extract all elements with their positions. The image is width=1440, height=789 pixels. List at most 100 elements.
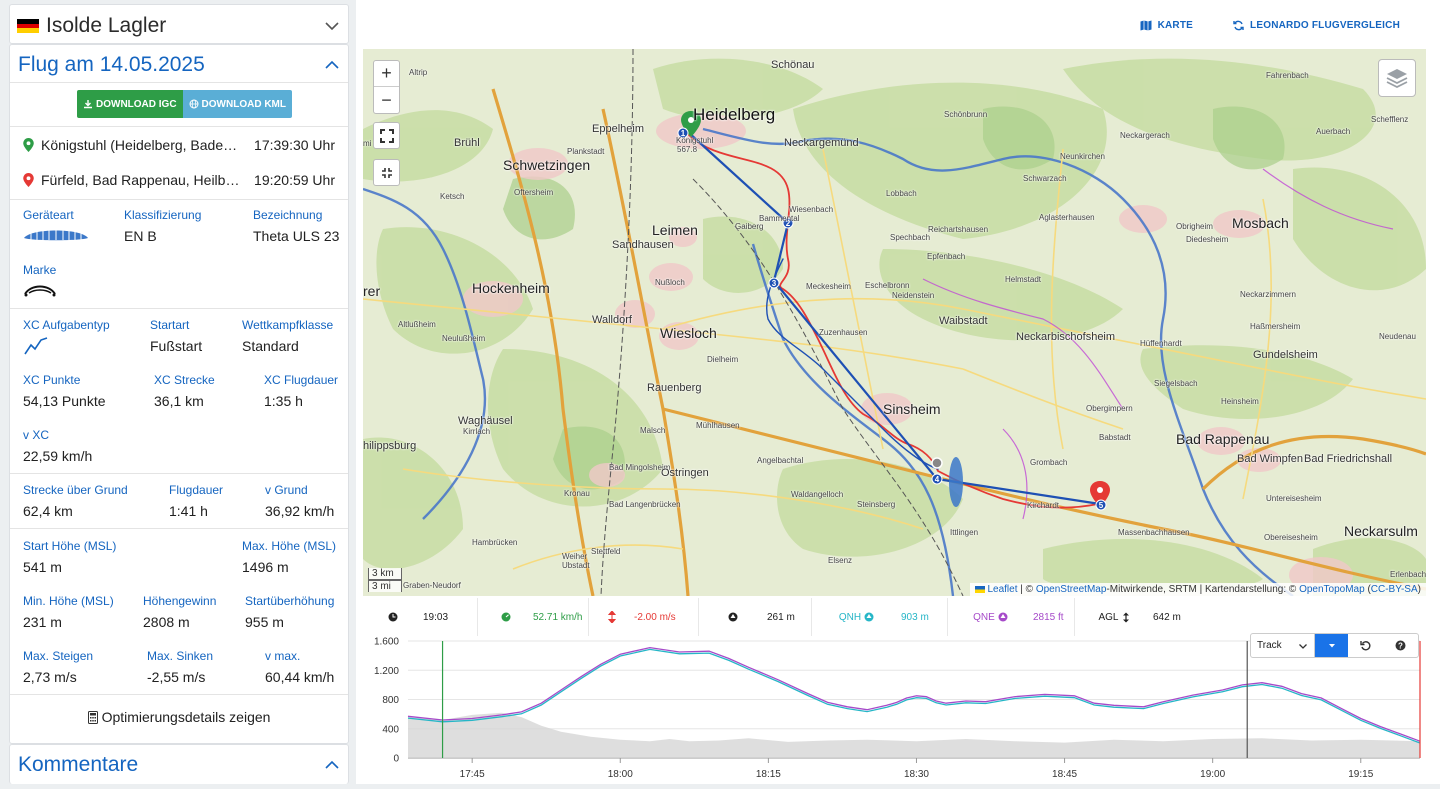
- comments-card[interactable]: Kommentare: [9, 744, 349, 784]
- stat-max-sinken: Max. Sinken -2,55 m/s: [147, 649, 213, 685]
- place-label: Stettfeld: [591, 547, 621, 556]
- place-label: Hüffenhardt: [1140, 339, 1182, 348]
- place-label: Waibstadt: [939, 315, 988, 327]
- qne-series: [407, 646, 1421, 742]
- stat-value: 2808 m: [143, 614, 190, 630]
- place-label: Massenbachhausen: [1118, 528, 1190, 537]
- place-label: Malsch: [640, 426, 666, 435]
- layers-button[interactable]: [1378, 59, 1416, 97]
- pilot-header[interactable]: Isolde Lagler: [17, 13, 340, 39]
- chevron-up-icon[interactable]: [324, 57, 340, 73]
- cc-by-sa-link[interactable]: CC-BY-SA: [1371, 584, 1418, 595]
- place-label: Ittlingen: [950, 528, 979, 537]
- stat-value: 1496 m: [242, 559, 289, 575]
- stat-label: Strecke über Grund: [23, 483, 128, 497]
- attribution-text: -Mitwirkende, SRTM | Kartendarstellung: …: [1106, 584, 1300, 595]
- speedometer-icon: [501, 612, 510, 622]
- place-label: Neulußheim: [442, 334, 486, 343]
- layers-icon: [1386, 69, 1408, 89]
- zoom-in-button[interactable]: +: [374, 61, 399, 87]
- map-scale: 3 km 3 mi: [368, 568, 402, 592]
- place-label: Neckarsulm: [1344, 523, 1418, 539]
- landing-place: Fürfeld, Bad Rappenau, Heilbronn: [41, 172, 241, 188]
- germany-flag-icon: [17, 19, 39, 34]
- optimization-details-button[interactable]: Optimierungsdetails zeigen: [10, 709, 348, 725]
- leonardo-link[interactable]: LEONARDO FLUGVERGLEICH: [1233, 20, 1400, 31]
- status-vario: -2.00 m/s: [589, 598, 699, 636]
- stat-xc-strecke: XC Strecke 36,1 km: [154, 373, 215, 409]
- place-label: Ketsch: [440, 192, 465, 201]
- x-tick-label: 18:30: [904, 769, 929, 780]
- osm-link[interactable]: OpenStreetMap: [1036, 584, 1107, 595]
- chart-reset-button[interactable]: [1348, 634, 1383, 657]
- place-label: Altlußheim: [398, 320, 436, 329]
- altitude-icon: [864, 612, 874, 622]
- x-tick-label: 18:15: [756, 769, 781, 780]
- chart-help-button[interactable]: ?: [1383, 634, 1418, 657]
- stat-marke: Marke: [23, 263, 57, 304]
- stat-label: Startart: [150, 318, 190, 332]
- flight-header[interactable]: Flug am 14.05.2025: [10, 45, 348, 83]
- stat-label: Marke: [23, 263, 57, 277]
- chevron-down-icon[interactable]: [324, 18, 340, 34]
- flight-status-bar: 19:03 52.71 km/h -2.00 m/s 261 m QNH 903…: [363, 598, 1426, 636]
- place-label: Gaiberg: [735, 222, 764, 231]
- chevron-up-icon[interactable]: [324, 757, 340, 773]
- place-label: Eppelheim: [592, 123, 644, 135]
- leaflet-link[interactable]: Leaflet: [987, 584, 1017, 595]
- download-igc-button[interactable]: DOWNLOAD IGC: [77, 90, 183, 118]
- place-label: Angelbachtal: [757, 456, 804, 465]
- opentopomap-link[interactable]: OpenTopoMap: [1299, 584, 1365, 595]
- place-label: Erlenbach: [1390, 570, 1426, 579]
- scale-mi: 3 mi: [368, 580, 402, 592]
- download-kml-label: DOWNLOAD KML: [201, 98, 286, 110]
- place-label: Reichartshausen: [928, 225, 989, 234]
- stat-value: 2,73 m/s: [23, 669, 77, 685]
- map-view[interactable]: 1 2 3 4 5 Heidelberg Königstuhl 567.8 Sc…: [363, 49, 1426, 596]
- calculator-icon: [87, 710, 98, 724]
- fullscreen-button[interactable]: [373, 122, 400, 149]
- place-label: Epfenbach: [927, 252, 966, 261]
- flight-card: Flug am 14.05.2025 DOWNLOAD IGC DOWNLOAD…: [9, 44, 349, 744]
- stat-v-grund: v Grund 36,92 km/h: [265, 483, 334, 519]
- stat-label: Startüberhöhung: [245, 594, 335, 608]
- globe-icon: [189, 99, 199, 109]
- zoom-out-button[interactable]: −: [374, 87, 399, 113]
- place-label: Haßmersheim: [1250, 322, 1301, 331]
- y-tick-label: 400: [382, 724, 399, 735]
- pilot-card: Isolde Lagler: [9, 4, 349, 44]
- stat-value: 1:35 h: [264, 393, 303, 409]
- place-label: Aglasterhausen: [1039, 213, 1095, 222]
- place-label: Kirchardt: [1027, 501, 1060, 510]
- y-tick-label: 0: [393, 754, 399, 765]
- stat-bezeichnung: Bezeichnung Theta ULS 23: [253, 208, 339, 244]
- place-label: Schönau: [771, 59, 815, 71]
- stat-label: Wettkampfklasse: [242, 318, 334, 332]
- takeoff-place: Königstuhl (Heidelberg, Baden-Württember…: [41, 137, 240, 153]
- place-label: Bad Wimpfen: [1237, 453, 1304, 465]
- place-label: Ubstadt: [562, 561, 590, 570]
- map-link[interactable]: KARTE: [1140, 20, 1193, 31]
- place-label: Nußloch: [655, 278, 685, 287]
- status-speed-value: 52.71 km/h: [533, 611, 583, 623]
- place-label: Obergimpern: [1086, 404, 1133, 413]
- stat-value: 1:41 h: [169, 503, 208, 519]
- pilot-name[interactable]: Isolde Lagler: [46, 14, 324, 38]
- status-qnh-value: 903 m: [901, 611, 929, 623]
- place-label: Steinsberg: [857, 500, 896, 509]
- download-kml-button[interactable]: DOWNLOAD KML: [182, 90, 292, 118]
- stat-label: Flugdauer: [169, 483, 224, 497]
- place-label: Bad Friedrichshall: [1304, 453, 1393, 465]
- chevron-down-icon: [1299, 643, 1307, 649]
- fit-bounds-button[interactable]: [373, 159, 400, 186]
- chart-mode-select[interactable]: Track: [1251, 634, 1315, 657]
- place-label: Auerbach: [1316, 127, 1351, 136]
- place-label: Spechbach: [890, 233, 931, 242]
- altitude-chart[interactable]: 1.600 1.200 800 400 0 17:45 18:00 18:15 18:30 18…: [363, 633, 1426, 784]
- place-label: Diedesheim: [1186, 235, 1229, 244]
- chart-options-dropdown-button[interactable]: [1315, 634, 1348, 657]
- terrain-series: [408, 712, 1420, 758]
- stat-label: Max. Steigen: [23, 649, 94, 663]
- stat-value: 60,44 km/h: [265, 669, 335, 685]
- place-label: Hockenheim: [472, 280, 550, 296]
